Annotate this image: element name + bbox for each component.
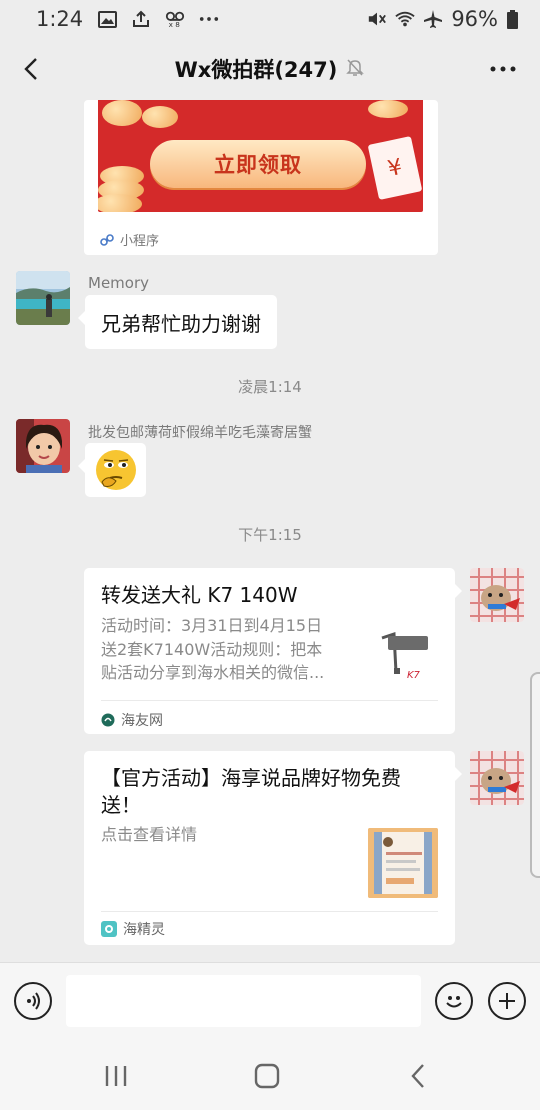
chat-header: Wx微拍群(247) bbox=[0, 38, 540, 100]
timestamp: 下午1:15 bbox=[238, 526, 302, 544]
red-packet-image: 立即领取 ¥ bbox=[98, 100, 423, 212]
card-title: 【官方活动】海享说品牌好物免费 送！ bbox=[101, 765, 401, 819]
sender-name: Memory bbox=[88, 274, 150, 292]
card-thumbnail: K7 bbox=[374, 624, 434, 684]
upload-icon bbox=[131, 9, 151, 29]
plus-icon bbox=[499, 993, 515, 1009]
voicemail-icon: x 8 bbox=[165, 9, 185, 29]
card-description-line: 贴活动分享到海水相关的微信... bbox=[101, 663, 325, 682]
avatar[interactable] bbox=[16, 419, 70, 473]
link-card[interactable]: 【官方活动】海享说品牌好物免费 送！ 点击查看详情 海精灵 bbox=[84, 751, 462, 945]
message-bubble[interactable]: 兄弟帮忙助力谢谢 bbox=[78, 295, 277, 349]
card-title-line: 送！ bbox=[101, 793, 141, 817]
card-title: 转发送大礼 K7 140W bbox=[101, 583, 298, 607]
card-description-line: 送2套K7140W活动规则：把本 bbox=[101, 639, 323, 659]
recent-apps-button[interactable] bbox=[96, 1056, 136, 1096]
message-input[interactable] bbox=[66, 975, 421, 1027]
sticker-bubble[interactable] bbox=[78, 443, 146, 497]
status-time: 1:24 bbox=[36, 7, 84, 31]
back-arrow-icon bbox=[411, 1064, 424, 1088]
avatar-self[interactable] bbox=[470, 568, 524, 622]
card-source-label: 海精灵 bbox=[123, 922, 165, 938]
sender-name: 批发包邮薄荷虾假绵羊吃毛藻寄居蟹 bbox=[88, 425, 312, 441]
smiley-icon bbox=[446, 996, 462, 1008]
svg-text:K7: K7 bbox=[407, 670, 421, 681]
more-dots-icon bbox=[490, 66, 516, 72]
voice-icon bbox=[27, 992, 40, 1010]
home-icon bbox=[254, 1063, 280, 1089]
card-thumbnail bbox=[368, 828, 438, 898]
battery-level: 96% bbox=[451, 7, 498, 31]
input-bar bbox=[0, 962, 540, 1038]
link-card[interactable]: 转发送大礼 K7 140W 活动时间：3月31日到4月15日 送2套K7140W… bbox=[84, 568, 462, 734]
airplane-icon bbox=[423, 9, 443, 29]
emoji-button[interactable] bbox=[435, 982, 473, 1020]
timestamp: 凌晨1:14 bbox=[238, 378, 302, 396]
message-text: 兄弟帮忙助力谢谢 bbox=[101, 311, 261, 336]
scrollbar-handle[interactable] bbox=[530, 672, 540, 878]
home-button[interactable] bbox=[247, 1056, 287, 1096]
mini-program-label: 小程序 bbox=[120, 234, 160, 249]
claim-button[interactable]: 立即领取 bbox=[150, 140, 366, 188]
source-logo-icon bbox=[101, 921, 117, 937]
ticket-decoration: ¥ bbox=[367, 136, 423, 200]
avatar-self[interactable] bbox=[470, 751, 524, 805]
voice-input-button[interactable] bbox=[14, 982, 52, 1020]
coin-decoration bbox=[102, 100, 142, 126]
mute-icon bbox=[367, 9, 387, 29]
chat-messages[interactable]: 立即领取 ¥ 小程序 Memory 兄弟帮忙助力谢谢 凌晨1:14 批发包邮薄荷… bbox=[0, 100, 540, 962]
card-title-line: 【官方活动】海享说品牌好物免费 bbox=[101, 766, 401, 790]
card-source: 海精灵 bbox=[101, 919, 165, 939]
bell-off-icon bbox=[345, 57, 365, 81]
card-divider bbox=[101, 911, 438, 912]
chat-title: Wx微拍群(247) bbox=[174, 58, 338, 82]
mini-program-card[interactable]: 立即领取 ¥ 小程序 bbox=[84, 100, 438, 255]
coin-decoration bbox=[98, 194, 142, 212]
battery-icon bbox=[506, 9, 518, 29]
system-nav-bar bbox=[0, 1038, 540, 1110]
image-icon bbox=[97, 9, 117, 29]
chevron-left-icon bbox=[24, 58, 37, 80]
avatar[interactable] bbox=[16, 271, 70, 325]
card-description: 点击查看详情 bbox=[101, 825, 198, 844]
source-logo-icon bbox=[101, 713, 115, 727]
card-source-label: 海友网 bbox=[121, 713, 163, 729]
mini-program-footer: 小程序 bbox=[100, 230, 159, 249]
status-bar: 1:24 x 8 96% bbox=[0, 0, 540, 38]
card-source: 海友网 bbox=[101, 710, 163, 730]
more-dots-icon bbox=[199, 9, 219, 29]
svg-text:x 8: x 8 bbox=[169, 20, 181, 28]
coin-decoration bbox=[368, 100, 408, 118]
card-description-line: 活动时间：3月31日到4月15日 bbox=[101, 616, 323, 635]
coin-decoration bbox=[142, 106, 178, 128]
more-functions-button[interactable] bbox=[488, 982, 526, 1020]
thinking-emoji-icon bbox=[95, 450, 136, 490]
recent-apps-icon bbox=[105, 1066, 127, 1086]
more-options-button[interactable] bbox=[486, 52, 520, 86]
wifi-icon bbox=[395, 9, 415, 29]
mini-program-icon bbox=[100, 233, 114, 246]
card-divider bbox=[101, 700, 438, 701]
back-button[interactable] bbox=[14, 52, 48, 86]
card-description: 活动时间：3月31日到4月15日 送2套K7140W活动规则：把本 贴活动分享到… bbox=[101, 614, 361, 685]
system-back-button[interactable] bbox=[398, 1056, 438, 1096]
